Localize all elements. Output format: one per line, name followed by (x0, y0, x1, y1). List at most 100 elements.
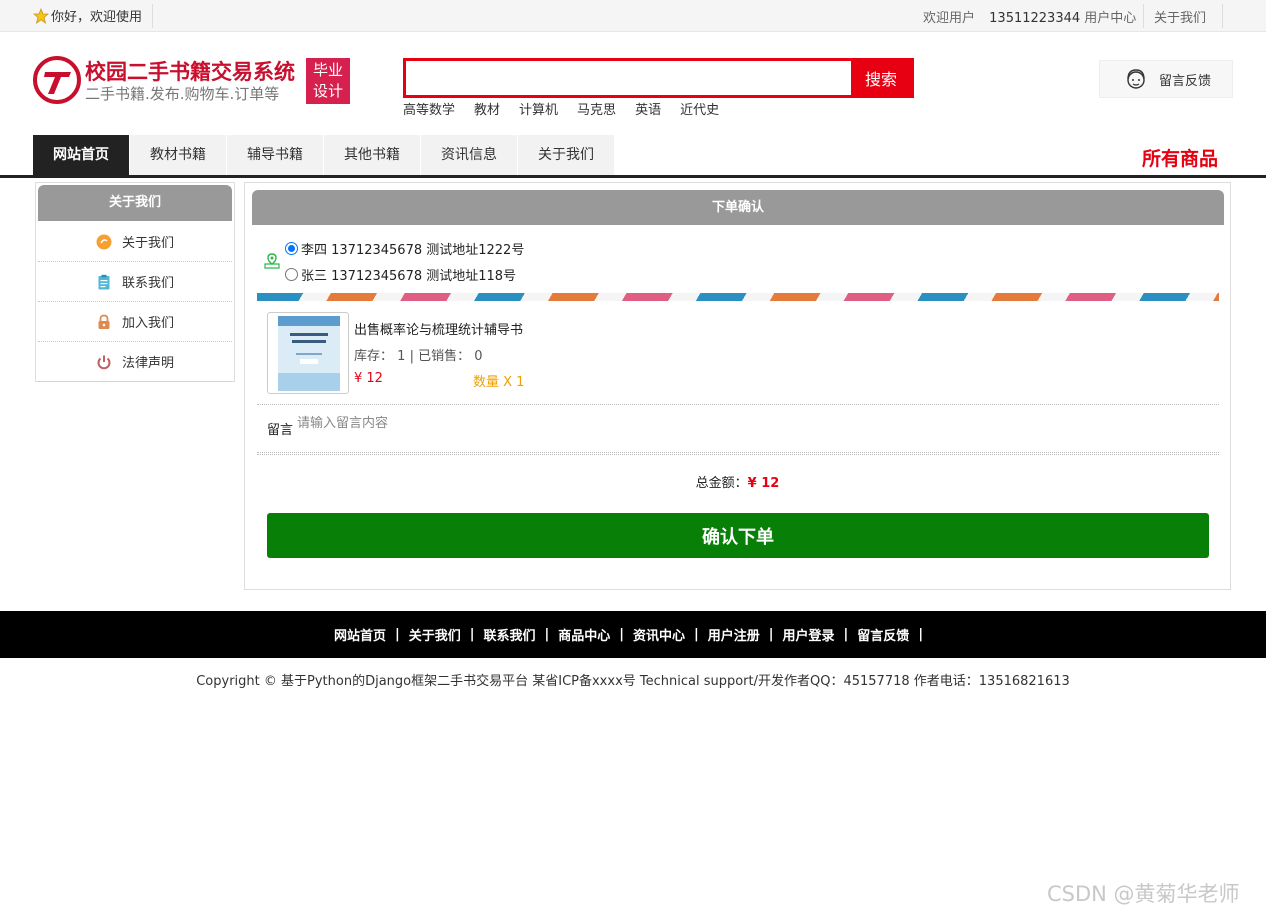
nav-item-home[interactable]: 网站首页 (33, 135, 129, 175)
separator: | (843, 627, 849, 642)
footer-link-feedback[interactable]: 留言反馈 (857, 625, 909, 644)
book-cover-icon (278, 316, 340, 391)
logo-icon[interactable] (33, 56, 81, 104)
product-price: ¥ 12 (354, 371, 383, 386)
hotword-link[interactable]: 高等数学 (403, 99, 455, 118)
sidebar-item-label: 加入我们 (121, 316, 174, 331)
hotword-link[interactable]: 近代史 (680, 99, 719, 118)
nav-item-other-books[interactable]: 其他书籍 (324, 135, 420, 175)
divider (1143, 4, 1144, 28)
hotword-link[interactable]: 教材 (474, 99, 500, 118)
about-link[interactable]: 关于我们 (1154, 7, 1206, 26)
username-link[interactable]: 13511223344 (989, 11, 1080, 26)
hotword-link[interactable]: 计算机 (519, 99, 558, 118)
feedback-button[interactable]: 留言反馈 (1099, 60, 1233, 98)
separator: | (918, 627, 924, 642)
product-stock: 库存： 1 | 已销售： 0 (354, 345, 483, 364)
site-title[interactable]: 校园二手书籍交易系统 (85, 56, 295, 86)
search-input[interactable] (406, 61, 851, 95)
footer-link-register[interactable]: 用户注册 (708, 625, 760, 644)
star-icon (33, 7, 49, 24)
hot-keywords: 高等数学 教材 计算机 马克思 英语 近代史 (403, 99, 738, 118)
sidebar-item-label: 联系我们 (121, 276, 174, 291)
power-icon (97, 355, 111, 369)
search-box: 搜索 (403, 58, 914, 98)
all-goods-link[interactable]: 所有商品 (1142, 144, 1218, 171)
address-option[interactable]: 张三 13712345678 测试地址118号 (285, 265, 516, 284)
main-nav: 网站首页 教材书籍 辅导书籍 其他书籍 资讯信息 关于我们 (33, 135, 615, 175)
order-panel: 下单确认 李四 13712345678 测试地址1222号 张三 1371234… (244, 182, 1231, 590)
address-option[interactable]: 李四 13712345678 测试地址1222号 (285, 239, 524, 258)
total-label: 总金额： (695, 476, 748, 491)
nav-underline (0, 175, 1266, 178)
footer-link-contact[interactable]: 联系我们 (483, 625, 535, 644)
orange-circle-icon (96, 234, 112, 249)
total-amount: ¥ 12 (747, 476, 780, 491)
separator: | (544, 627, 550, 642)
clipboard-icon (98, 274, 110, 289)
badge-line2: 设计 (312, 82, 343, 100)
stock-label: 库存： (354, 349, 394, 364)
product-image[interactable] (267, 312, 349, 394)
copyright-text: Copyright © 基于Python的Django框架二手书交易平台 某省I… (196, 674, 1070, 689)
lock-icon (98, 314, 110, 329)
address-radio-selected[interactable] (285, 242, 298, 255)
nav-item-textbooks[interactable]: 教材书籍 (130, 135, 226, 175)
confirm-order-button[interactable]: 确认下单 (267, 513, 1209, 558)
customer-service-icon (1127, 69, 1145, 89)
hotword-link[interactable]: 英语 (635, 99, 661, 118)
nav-item-about[interactable]: 关于我们 (518, 135, 614, 175)
sidebar-item-label: 法律声明 (121, 356, 174, 371)
sidebar-item-contact[interactable]: 联系我们 (38, 262, 232, 302)
welcome-message: 你好，欢迎使用 (33, 6, 142, 25)
feedback-label: 留言反馈 (1159, 73, 1212, 89)
sidebar-item-join[interactable]: 加入我们 (38, 302, 232, 342)
top-bar: 你好，欢迎使用 欢迎用户 13511223344 用户中心 关于我们 (0, 0, 1266, 32)
sold-label: | 已销售： (409, 349, 471, 364)
sidebar-item-about[interactable]: 关于我们 (38, 222, 232, 262)
separator: | (619, 627, 624, 642)
footer-link-products[interactable]: 商品中心 (558, 625, 610, 644)
footer-link-login[interactable]: 用户登录 (783, 625, 835, 644)
message-label: 留言 (267, 423, 294, 438)
sidebar-item-legal[interactable]: 法律声明 (38, 342, 232, 382)
nav-item-tutoring-books[interactable]: 辅导书籍 (227, 135, 323, 175)
sold-value: 0 (474, 349, 483, 364)
hotword-link[interactable]: 马克思 (577, 99, 616, 118)
order-total: 总金额：¥ 12 (245, 472, 1230, 491)
site-subtitle: 二手书籍.发布.购物车.订单等 (85, 85, 280, 103)
product-quantity: 数量 X 1 (473, 375, 525, 390)
separator: | (768, 627, 774, 642)
footer-link-about[interactable]: 关于我们 (409, 625, 461, 644)
footer-link-news[interactable]: 资讯中心 (633, 625, 685, 644)
separator: | (394, 627, 400, 642)
footer-nav: 网站首页 | 关于我们 | 联系我们 | 商品中心 | 资讯中心 | 用户注册 | 用户登录… (0, 611, 1266, 658)
address-radio[interactable] (285, 268, 298, 281)
sidebar: 关于我们 关于我们 联系我们 加入我们 法律声明 (35, 182, 235, 382)
address-text: 李四 13712345678 测试地址1222号 (301, 243, 525, 258)
sidebar-item-label: 关于我们 (121, 236, 174, 251)
separator: | (694, 627, 699, 642)
search-button[interactable]: 搜索 (851, 61, 911, 95)
footer-link-home[interactable]: 网站首页 (334, 625, 386, 644)
location-pin-icon (264, 253, 280, 269)
watermark: CSDN @黄菊华老师 (1047, 882, 1240, 906)
divider (152, 4, 153, 28)
product-title[interactable]: 出售概率论与梳理统计辅导书 (354, 319, 523, 338)
address-text: 张三 13712345678 测试地址118号 (301, 269, 517, 284)
welcome-text: 你好，欢迎使用 (51, 10, 143, 25)
badge-line1: 毕业 (312, 61, 343, 79)
sidebar-title: 关于我们 (38, 185, 232, 221)
order-panel-title: 下单确认 (252, 190, 1224, 225)
user-center-link[interactable]: 用户中心 (1084, 11, 1136, 26)
envelope-stripe-divider (257, 293, 1219, 301)
divider (1222, 4, 1223, 28)
graduation-badge: 毕业 设计 (306, 58, 350, 104)
divider (257, 452, 1219, 455)
separator: | (469, 627, 475, 642)
message-input[interactable] (297, 413, 897, 433)
stock-value: 1 (397, 349, 406, 364)
user-info: 欢迎用户 13511223344 用户中心 (923, 7, 1136, 26)
nav-item-news[interactable]: 资讯信息 (421, 135, 517, 175)
divider (257, 404, 1219, 405)
